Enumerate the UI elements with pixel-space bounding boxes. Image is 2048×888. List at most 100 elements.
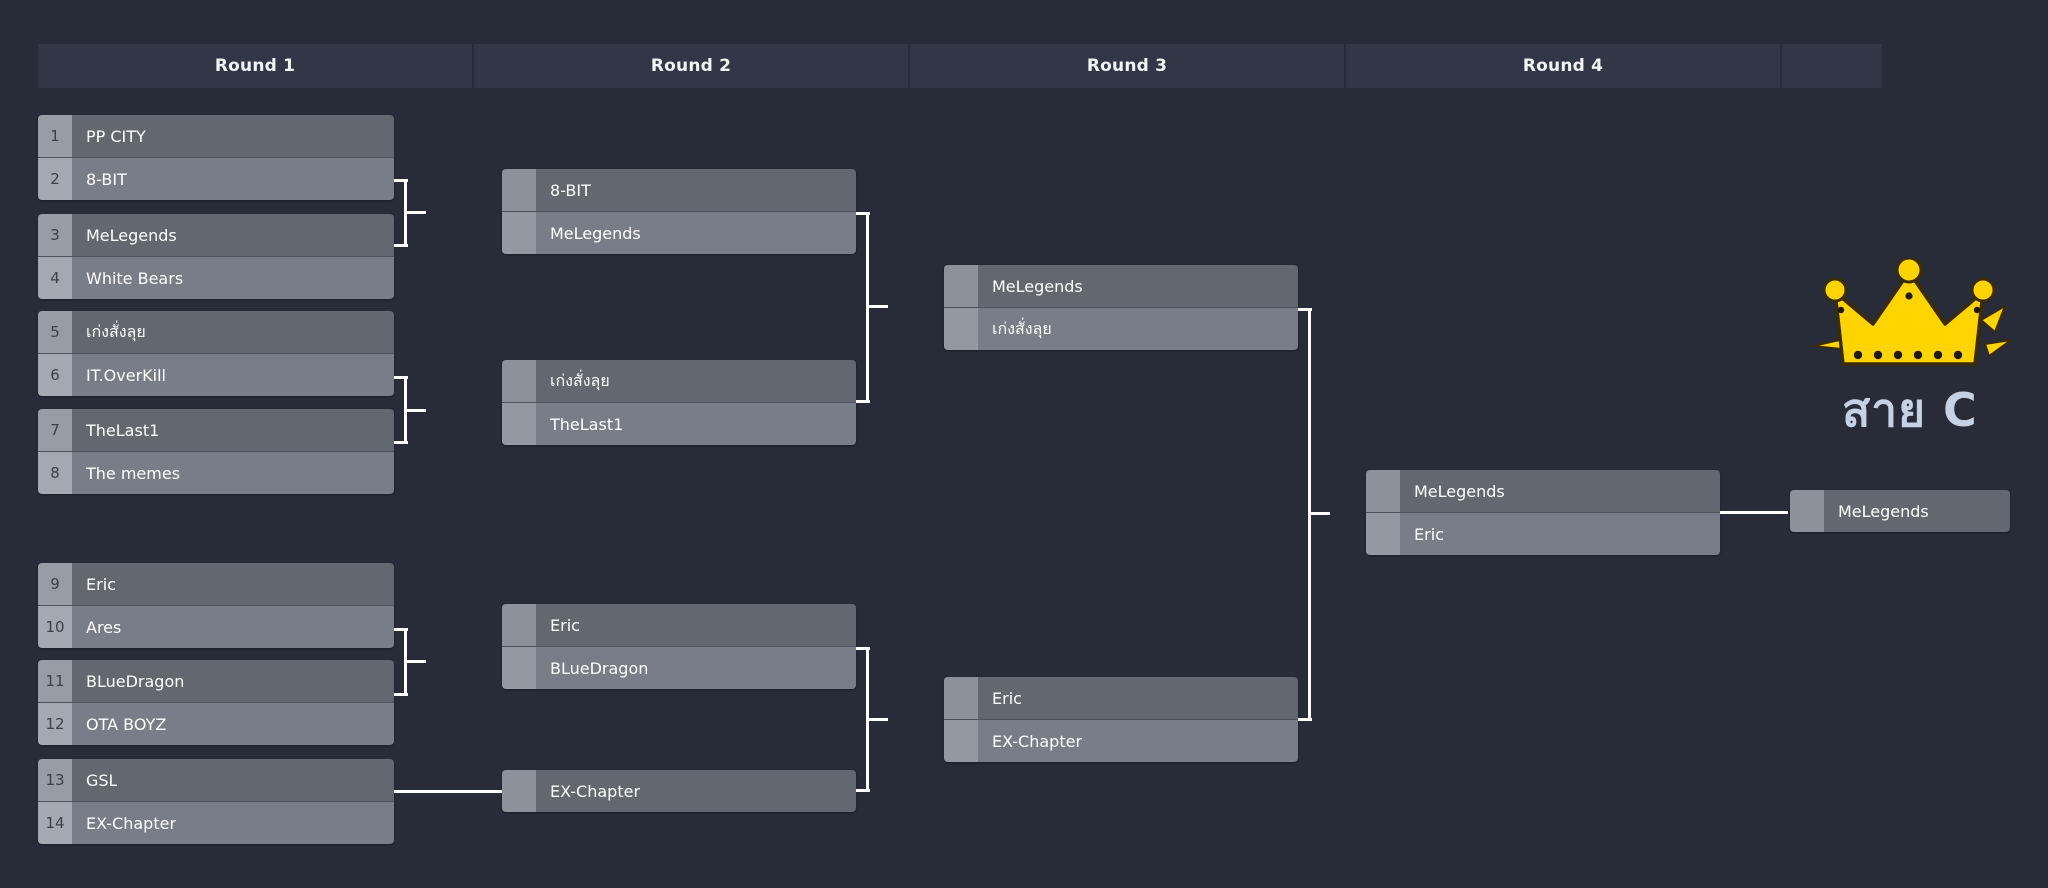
match-r2-4[interactable]: EX-Chapter <box>502 770 856 812</box>
match-slot[interactable]: Eric <box>944 677 1298 719</box>
seed-number: 4 <box>38 257 72 299</box>
team-name: Ares <box>86 617 122 637</box>
team-name: เก่งสั่งลุย <box>86 321 146 341</box>
match-r4-1[interactable]: MeLegends Eric <box>1366 470 1720 555</box>
match-slot[interactable]: 5 เก่งสั่งลุย <box>38 311 394 353</box>
match-r1-7[interactable]: 13 GSL 14 EX-Chapter <box>38 759 394 844</box>
connector-line <box>404 660 426 663</box>
connector-line <box>1308 512 1330 515</box>
match-slot[interactable]: เก่งสั่งลุย <box>944 307 1298 350</box>
team-name: เก่งสั่งลุย <box>550 370 610 390</box>
match-slot[interactable]: MeLegends <box>944 265 1298 307</box>
match-slot[interactable]: 13 GSL <box>38 759 394 801</box>
team-color-swatch <box>944 720 978 762</box>
match-slot[interactable]: 7 TheLast1 <box>38 409 394 451</box>
team-name: BLueDragon <box>86 671 185 691</box>
team-name: EX-Chapter <box>550 781 641 801</box>
connector-line <box>856 647 870 650</box>
match-slot[interactable]: 11 BLueDragon <box>38 660 394 702</box>
match-slot[interactable]: MeLegends <box>502 211 856 254</box>
connector-line <box>1298 718 1312 721</box>
team-name: Eric <box>550 615 580 635</box>
match-slot[interactable]: 2 8-BIT <box>38 157 394 200</box>
team-name: EX-Chapter <box>86 813 177 833</box>
match-slot[interactable]: MeLegends <box>1366 470 1720 512</box>
connector-line <box>394 244 408 247</box>
team-name: TheLast1 <box>550 414 624 434</box>
seed-number: 13 <box>38 759 72 801</box>
seed-number: 11 <box>38 660 72 702</box>
match-slot[interactable]: Eric <box>502 604 856 646</box>
match-slot[interactable]: 6 IT.OverKill <box>38 353 394 396</box>
match-r3-1[interactable]: MeLegends เก่งสั่งลุย <box>944 265 1298 350</box>
seed-number: 8 <box>38 452 72 494</box>
team-color-swatch <box>502 770 536 812</box>
match-slot[interactable]: 1 PP CITY <box>38 115 394 157</box>
team-name: MeLegends <box>1414 481 1505 501</box>
match-slot[interactable]: TheLast1 <box>502 402 856 445</box>
team-name: MeLegends <box>992 276 1083 296</box>
team-color-swatch <box>502 604 536 646</box>
champion-banner: สาย C <box>1790 258 2030 436</box>
team-name: 8-BIT <box>86 169 127 189</box>
seed-number: 3 <box>38 214 72 256</box>
team-name: MeLegends <box>86 225 177 245</box>
match-slot[interactable]: EX-Chapter <box>502 770 856 812</box>
match-slot[interactable]: BLueDragon <box>502 646 856 689</box>
connector-line <box>394 441 408 444</box>
match-r1-4[interactable]: 7 TheLast1 8 The memes <box>38 409 394 494</box>
round-header-4: Round 4 <box>1346 44 1782 88</box>
seed-number: 10 <box>38 606 72 648</box>
match-r1-5[interactable]: 9 Eric 10 Ares <box>38 563 394 648</box>
seed-number: 1 <box>38 115 72 157</box>
team-name: White Bears <box>86 268 184 288</box>
team-color-swatch <box>944 677 978 719</box>
seed-number: 2 <box>38 158 72 200</box>
connector-line <box>1720 511 1788 514</box>
match-r2-3[interactable]: Eric BLueDragon <box>502 604 856 689</box>
connector-line <box>394 628 408 631</box>
round-header-3-label: Round 3 <box>1086 56 1168 76</box>
connector-line <box>394 790 504 793</box>
round-header-1: Round 1 <box>38 44 474 88</box>
match-slot[interactable]: MeLegends <box>1790 490 2010 532</box>
match-slot[interactable]: 8 The memes <box>38 451 394 494</box>
match-slot[interactable]: 4 White Bears <box>38 256 394 299</box>
seed-number: 5 <box>38 311 72 353</box>
match-slot[interactable]: 10 Ares <box>38 605 394 648</box>
crown-icon <box>1812 258 2012 366</box>
match-r1-1[interactable]: 1 PP CITY 2 8-BIT <box>38 115 394 200</box>
match-slot[interactable]: เก่งสั่งลุย <box>502 360 856 402</box>
connector-line <box>856 789 870 792</box>
match-slot[interactable]: 3 MeLegends <box>38 214 394 256</box>
connector-line <box>404 211 426 214</box>
match-r1-3[interactable]: 5 เก่งสั่งลุย 6 IT.OverKill <box>38 311 394 396</box>
match-r2-1[interactable]: 8-BIT MeLegends <box>502 169 856 254</box>
connector-line <box>856 400 870 403</box>
champion-slot[interactable]: MeLegends <box>1790 490 2010 532</box>
team-color-swatch <box>502 403 536 445</box>
match-r2-2[interactable]: เก่งสั่งลุย TheLast1 <box>502 360 856 445</box>
match-slot[interactable]: 8-BIT <box>502 169 856 211</box>
team-name: MeLegends <box>1838 501 1929 521</box>
match-r1-6[interactable]: 11 BLueDragon 12 OTA BOYZ <box>38 660 394 745</box>
team-name: BLueDragon <box>550 658 649 678</box>
team-color-swatch <box>1790 490 1824 532</box>
match-r1-2[interactable]: 3 MeLegends 4 White Bears <box>38 214 394 299</box>
round-header-3: Round 3 <box>910 44 1346 88</box>
match-slot[interactable]: 14 EX-Chapter <box>38 801 394 844</box>
match-r3-2[interactable]: Eric EX-Chapter <box>944 677 1298 762</box>
team-name: MeLegends <box>550 223 641 243</box>
match-slot[interactable]: EX-Chapter <box>944 719 1298 762</box>
team-name: 8-BIT <box>550 180 591 200</box>
team-name: Eric <box>1414 524 1444 544</box>
team-name: เก่งสั่งลุย <box>992 318 1052 338</box>
team-name: IT.OverKill <box>86 365 166 385</box>
round-header-5 <box>1782 44 1882 88</box>
connector-line <box>856 212 870 215</box>
match-slot[interactable]: 9 Eric <box>38 563 394 605</box>
match-slot[interactable]: 12 OTA BOYZ <box>38 702 394 745</box>
match-slot[interactable]: Eric <box>1366 512 1720 555</box>
team-name: PP CITY <box>86 126 146 146</box>
seed-number: 12 <box>38 703 72 745</box>
